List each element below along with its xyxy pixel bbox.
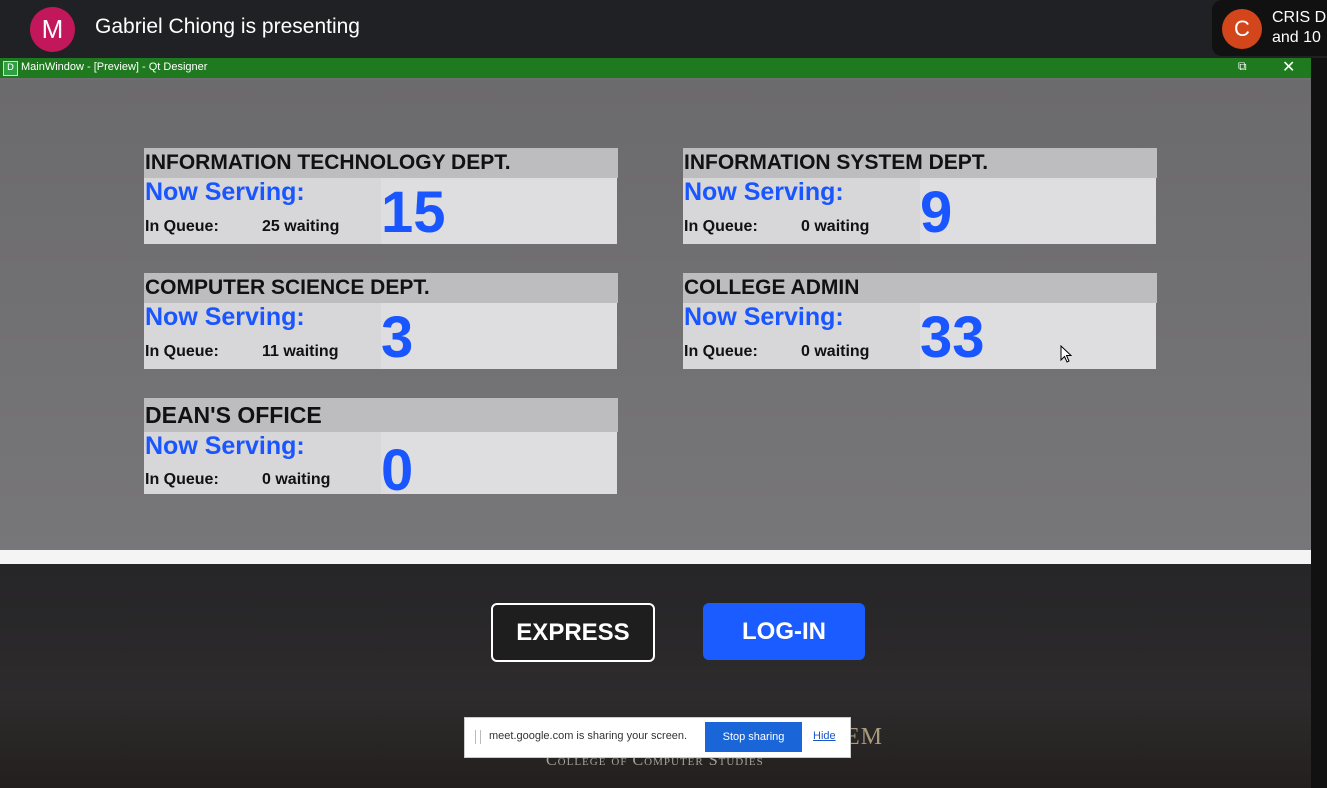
now-serving-box: 15 bbox=[381, 178, 617, 245]
qt-preview-window: D MainWindow - [Preview] - Qt Designer ⧉… bbox=[0, 57, 1311, 564]
participant-avatar: C bbox=[1222, 9, 1262, 49]
now-serving-label: Now Serving: bbox=[684, 178, 844, 206]
now-serving-number: 3 bbox=[381, 305, 414, 370]
close-icon[interactable]: ✕ bbox=[1282, 57, 1295, 76]
drag-handle-icon[interactable] bbox=[475, 730, 481, 744]
now-serving-box: 0 bbox=[381, 432, 617, 503]
qt-designer-icon: D bbox=[3, 61, 18, 76]
now-serving-label: Now Serving: bbox=[145, 178, 305, 206]
waiting-count: 0 waiting bbox=[801, 343, 870, 360]
participant-name: CRIS D and 10 bbox=[1272, 9, 1327, 46]
meet-top-bar: M Gabriel Chiong is presenting C CRIS D … bbox=[0, 0, 1327, 58]
now-serving-box: 9 bbox=[920, 178, 1156, 245]
dept-card-dean: DEAN'S OFFICE Now Serving: In Queue: 0 w… bbox=[144, 398, 618, 503]
dept-card-it: INFORMATION TECHNOLOGY DEPT. Now Serving… bbox=[144, 148, 618, 245]
presenting-label: Gabriel Chiong is presenting bbox=[95, 15, 360, 38]
dept-name: COMPUTER SCIENCE DEPT. bbox=[144, 273, 618, 303]
now-serving-label: Now Serving: bbox=[684, 303, 844, 331]
now-serving-number: 0 bbox=[381, 438, 414, 503]
in-queue-label: In Queue: bbox=[145, 218, 219, 235]
dept-card-is: INFORMATION SYSTEM DEPT. Now Serving: In… bbox=[683, 148, 1157, 245]
waiting-count: 0 waiting bbox=[801, 218, 870, 235]
dept-card-cs: COMPUTER SCIENCE DEPT. Now Serving: In Q… bbox=[144, 273, 618, 370]
waiting-count: 25 waiting bbox=[262, 218, 340, 235]
express-button[interactable]: EXPRESS bbox=[491, 603, 655, 662]
stop-sharing-button[interactable]: Stop sharing bbox=[705, 722, 802, 752]
right-gutter bbox=[1311, 58, 1327, 788]
dept-card-admin: COLLEGE ADMIN Now Serving: In Queue: 0 w… bbox=[683, 273, 1157, 370]
now-serving-box: 33 bbox=[920, 303, 1156, 370]
in-queue-label: In Queue: bbox=[684, 218, 758, 235]
now-serving-label: Now Serving: bbox=[145, 303, 305, 331]
qt-titlebar: D MainWindow - [Preview] - Qt Designer ⧉… bbox=[0, 57, 1311, 78]
window-title: MainWindow - [Preview] - Qt Designer bbox=[21, 61, 208, 73]
hide-link[interactable]: Hide bbox=[813, 730, 836, 742]
in-queue-label: In Queue: bbox=[145, 343, 219, 360]
now-serving-number: 15 bbox=[381, 180, 446, 245]
mouse-cursor-icon bbox=[1060, 345, 1072, 363]
screen-share-bar: meet.google.com is sharing your screen. … bbox=[464, 717, 851, 758]
presenter-avatar: M bbox=[30, 7, 75, 52]
login-button[interactable]: LOG-IN bbox=[703, 603, 865, 660]
in-queue-label: In Queue: bbox=[145, 471, 219, 488]
now-serving-number: 9 bbox=[920, 180, 953, 245]
now-serving-box: 3 bbox=[381, 303, 617, 370]
in-queue-label: In Queue: bbox=[684, 343, 758, 360]
dept-name: INFORMATION TECHNOLOGY DEPT. bbox=[144, 148, 618, 178]
dept-name: COLLEGE ADMIN bbox=[683, 273, 1157, 303]
now-serving-number: 33 bbox=[920, 305, 985, 370]
waiting-count: 0 waiting bbox=[262, 471, 331, 488]
participant-tile[interactable]: C CRIS D and 10 bbox=[1212, 0, 1327, 56]
waiting-count: 11 waiting bbox=[262, 343, 339, 360]
queue-dashboard: INFORMATION TECHNOLOGY DEPT. Now Serving… bbox=[0, 80, 1311, 550]
qt-status-strip bbox=[0, 550, 1311, 564]
dept-name: DEAN'S OFFICE bbox=[144, 398, 618, 432]
restore-icon[interactable]: ⧉ bbox=[1238, 59, 1247, 74]
dept-name: INFORMATION SYSTEM DEPT. bbox=[683, 148, 1157, 178]
share-message: meet.google.com is sharing your screen. bbox=[489, 730, 688, 742]
now-serving-label: Now Serving: bbox=[145, 432, 305, 460]
